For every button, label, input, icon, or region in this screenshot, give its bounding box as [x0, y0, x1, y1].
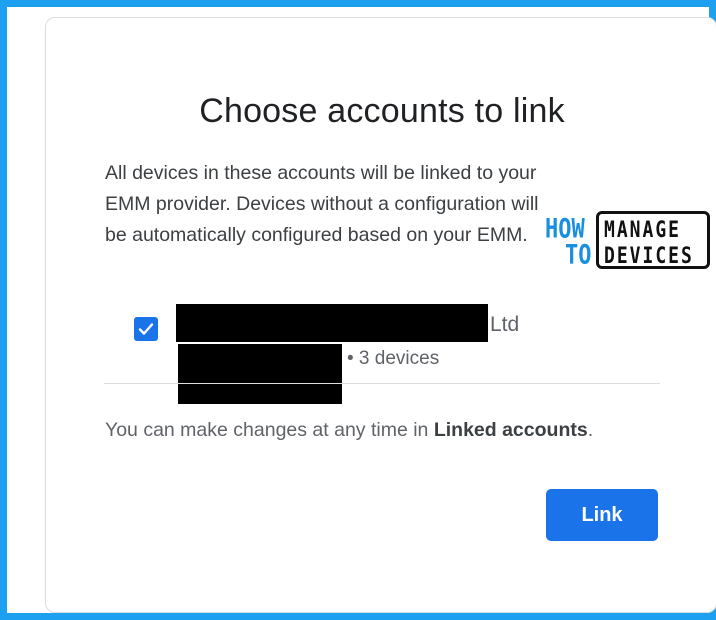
linked-accounts-link[interactable]: Linked accounts	[434, 419, 588, 441]
footer-note-text: You can make changes at any time in	[105, 419, 434, 441]
logo-box: MANAGE DEVICES	[596, 211, 710, 269]
checkmark-icon	[138, 323, 154, 335]
account-name-suffix: Ltd	[490, 313, 520, 336]
link-accounts-dialog: Choose accounts to link All devices in t…	[45, 17, 716, 613]
howtomanagedevices-logo: HOW TO MANAGE DEVICES	[545, 211, 711, 271]
device-count: • 3 devices	[347, 348, 440, 369]
footer-note: You can make changes at any time in Link…	[105, 419, 593, 442]
footer-note-period: .	[587, 419, 594, 441]
screenshot-frame: Choose accounts to link All devices in t…	[0, 0, 716, 620]
logo-devices: DEVICES	[604, 243, 694, 270]
redacted-account-name	[176, 304, 488, 342]
logo-manage: MANAGE	[604, 217, 682, 244]
account-row[interactable]: Ltd • 3 devices	[132, 304, 652, 404]
logo-to: TO	[565, 240, 592, 271]
divider	[104, 383, 660, 384]
dialog-title: Choose accounts to link	[199, 92, 565, 130]
dialog-description: All devices in these accounts will be li…	[105, 162, 539, 246]
link-button[interactable]: Link	[546, 489, 658, 541]
redacted-account-id	[178, 344, 342, 404]
account-checkbox[interactable]	[134, 317, 158, 341]
